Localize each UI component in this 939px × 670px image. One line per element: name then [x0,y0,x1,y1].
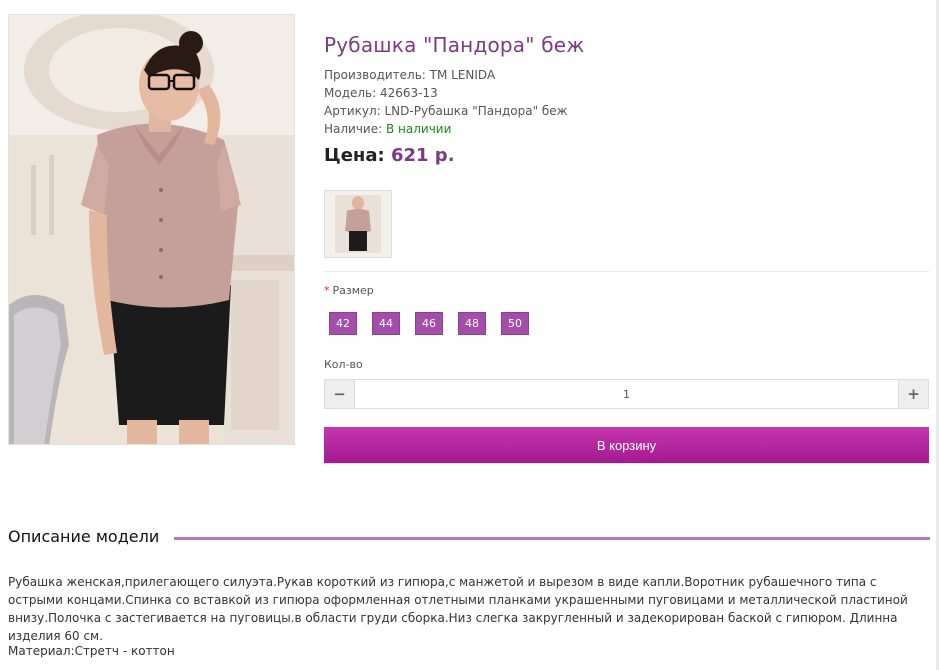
manufacturer-text: Производитель: ТМ LENIDA [324,68,496,82]
availability-row: Наличие: В наличии [324,120,568,138]
price-label: Цена: [324,145,391,166]
product-meta: Производитель: ТМ LENIDA Модель: 42663-1… [324,66,568,138]
size-option-48[interactable]: 48 [458,312,486,335]
quantity-increase-button[interactable]: + [898,379,929,409]
quantity-stepper: − + [324,379,929,409]
size-option-50[interactable]: 50 [501,312,529,335]
description-title-rule [174,537,930,540]
size-option-46[interactable]: 46 [415,312,443,335]
add-to-cart-button[interactable]: В корзину [324,427,929,463]
quantity-decrease-button[interactable]: − [324,379,355,409]
material-text: Материал:Стретч - коттон [8,644,175,658]
size-label-text: Размер [332,284,374,297]
availability-status: В наличии [385,122,452,136]
availability-label: Наличие: [324,122,386,136]
product-main-image[interactable] [8,14,295,445]
sku-text: Артикул: LND-Рубашка "Пандора" беж [324,104,568,118]
size-option-44[interactable]: 44 [372,312,400,335]
size-options: 42 44 46 48 50 [329,312,529,335]
quantity-input[interactable] [355,379,898,409]
size-label: * Размер [324,284,374,297]
description-title: Описание модели [8,527,168,546]
product-page: Рубашка "Пандора" беж Производитель: ТМ … [0,0,939,670]
description-text: Рубашка женская,прилегающего силуэта.Рук… [8,575,908,643]
price: Цена: 621 р. [324,145,455,166]
model-text: Модель: 42663-13 [324,86,438,100]
required-mark: * [324,284,330,297]
price-value: 621 р. [390,145,455,166]
size-option-42[interactable]: 42 [329,312,357,335]
section-divider [324,271,929,272]
quantity-label: Кол-во [324,358,363,371]
product-title: Рубашка "Пандора" беж [324,33,585,57]
product-thumbnail[interactable] [324,190,392,258]
